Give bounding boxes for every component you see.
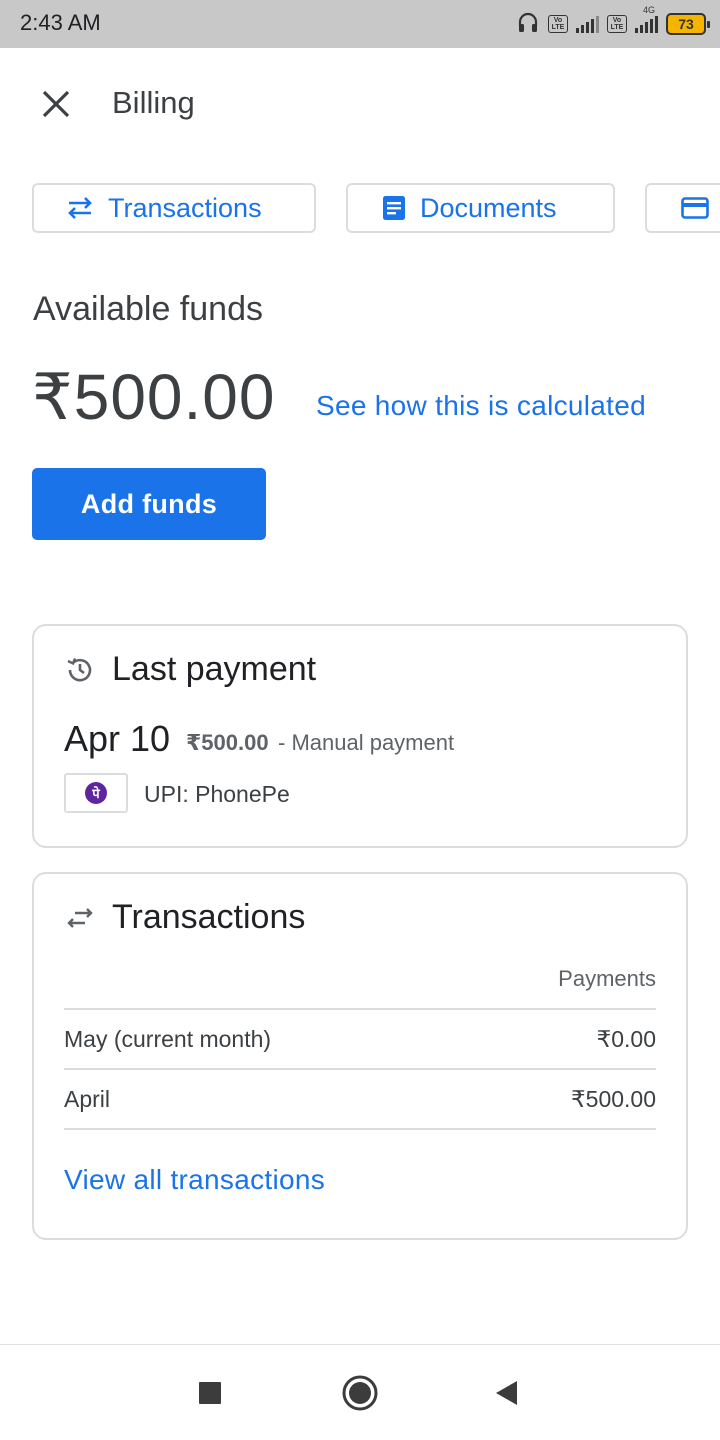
divider	[64, 1128, 656, 1130]
network-type-label: 4G	[643, 5, 656, 15]
close-icon	[42, 90, 70, 118]
status-time: 2:43 AM	[20, 10, 101, 35]
volte-icon-2: Vo LTE	[607, 15, 627, 33]
signal-4g-icon: 4G	[635, 5, 658, 33]
transaction-amount: ₹0.00	[596, 1025, 656, 1052]
documents-chip-label: Documents	[420, 192, 557, 223]
last-payment-header: Last payment	[64, 650, 316, 689]
transaction-period: April	[64, 1085, 111, 1112]
transactions-chip-label: Transactions	[108, 192, 262, 223]
transactions-card: Transactions Payments May (current month…	[32, 872, 688, 1240]
payments-column-header: Payments	[558, 966, 656, 991]
transactions-chip[interactable]: Transactions	[32, 183, 316, 233]
table-row: April ₹500.00	[64, 1068, 656, 1128]
transaction-period: May (current month)	[64, 1025, 272, 1052]
available-funds-amount: ₹500.00	[32, 361, 276, 433]
add-funds-button[interactable]: Add funds	[32, 468, 266, 540]
last-payment-date: Apr 10	[64, 718, 171, 759]
signal-icon	[576, 15, 599, 33]
transactions-card-header: Transactions	[64, 898, 305, 937]
payment-methods-chip[interactable]	[645, 183, 720, 233]
status-bar: 2:43 AM Vo LTE Vo LTE 4G 73	[0, 0, 720, 48]
phonepe-logo-mark: पे	[85, 782, 107, 804]
last-payment-amount: ₹500.00	[186, 730, 269, 755]
history-icon	[64, 654, 96, 686]
credit-card-icon	[681, 197, 709, 219]
recent-apps-button[interactable]	[190, 1373, 230, 1413]
swap-arrows-icon	[66, 195, 94, 221]
payment-method-label: UPI: PhonePe	[144, 781, 290, 807]
phonepe-logo: पे	[64, 773, 128, 813]
back-icon	[496, 1381, 517, 1405]
system-nav-bar	[0, 1344, 720, 1440]
back-button[interactable]	[486, 1373, 526, 1413]
transactions-card-title: Transactions	[112, 898, 306, 936]
close-button[interactable]	[34, 82, 78, 126]
recent-apps-icon	[199, 1382, 221, 1404]
document-icon	[382, 195, 406, 221]
last-payment-card: Last payment Apr 10 ₹500.00 - Manual pay…	[32, 624, 688, 848]
available-funds-label: Available funds	[33, 290, 263, 328]
documents-chip[interactable]: Documents	[346, 183, 615, 233]
battery-icon: 73	[666, 13, 710, 35]
page-title: Billing	[112, 85, 195, 120]
swap-arrows-icon	[64, 902, 96, 934]
view-all-transactions-link[interactable]: View all transactions	[64, 1164, 325, 1196]
last-payment-title: Last payment	[112, 650, 317, 688]
headphones-icon	[516, 10, 540, 39]
home-button[interactable]	[340, 1373, 380, 1413]
transaction-amount: ₹500.00	[571, 1085, 656, 1112]
last-payment-description: - Manual payment	[278, 730, 455, 755]
home-icon	[342, 1375, 378, 1411]
status-icons: Vo LTE Vo LTE 4G 73	[516, 5, 710, 39]
table-row: May (current month) ₹0.00	[64, 1008, 656, 1068]
volte-icon: Vo LTE	[548, 15, 568, 33]
see-calculation-link[interactable]: See how this is calculated	[316, 390, 646, 422]
